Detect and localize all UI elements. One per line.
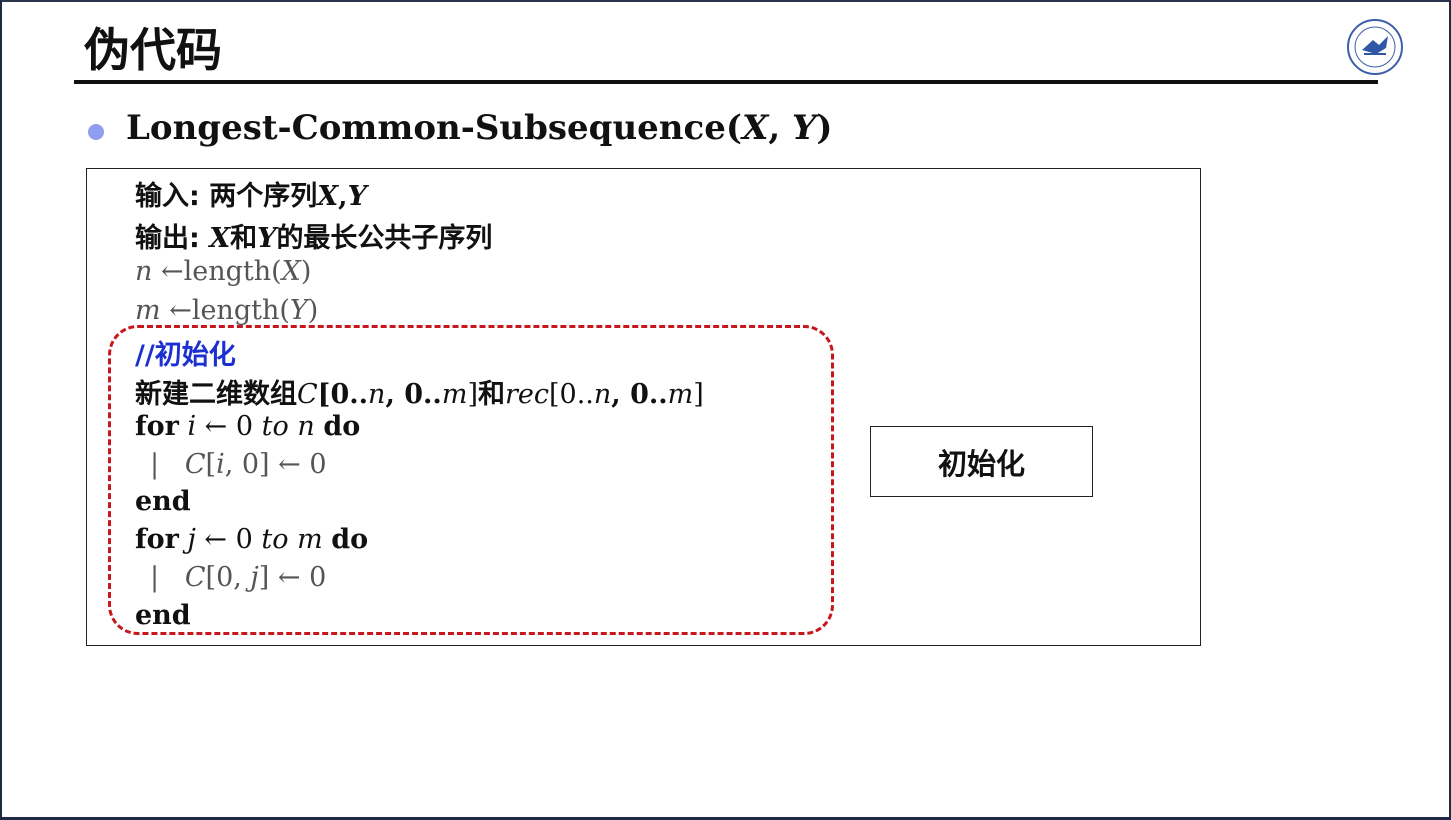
for-loop-j-body: | C[0, j] ← 0 (150, 562, 327, 593)
bullet-point-icon (88, 124, 104, 140)
assign-m-line: m ←length(Y) (135, 295, 319, 326)
for-loop-j-end: end (135, 600, 191, 631)
assign-n-line: n ←length(X) (135, 256, 312, 287)
init-comment: //初始化 (135, 340, 236, 371)
create-arrays-line: 新建二维数组C[0..n, 0..m]和rec[0..n, 0..m] (135, 379, 704, 410)
bullet-heading: Longest-Common-Subsequence(X, Y) (126, 108, 833, 148)
slide-title: 伪代码 (84, 23, 222, 77)
for-loop-i-end: end (135, 486, 191, 517)
for-loop-i-body: | C[i, 0] ← 0 (150, 449, 327, 480)
algorithm-input-line: 输入: 两个序列X,Y (135, 181, 367, 212)
university-logo-icon (1347, 19, 1403, 75)
title-divider (74, 80, 1378, 84)
algorithm-output-line: 输出: X和Y的最长公共子序列 (135, 223, 493, 254)
initialization-label-box: 初始化 (870, 426, 1093, 497)
for-loop-i-header: for i ← 0 to n do (135, 411, 361, 442)
for-loop-j-header: for j ← 0 to m do (135, 524, 369, 555)
